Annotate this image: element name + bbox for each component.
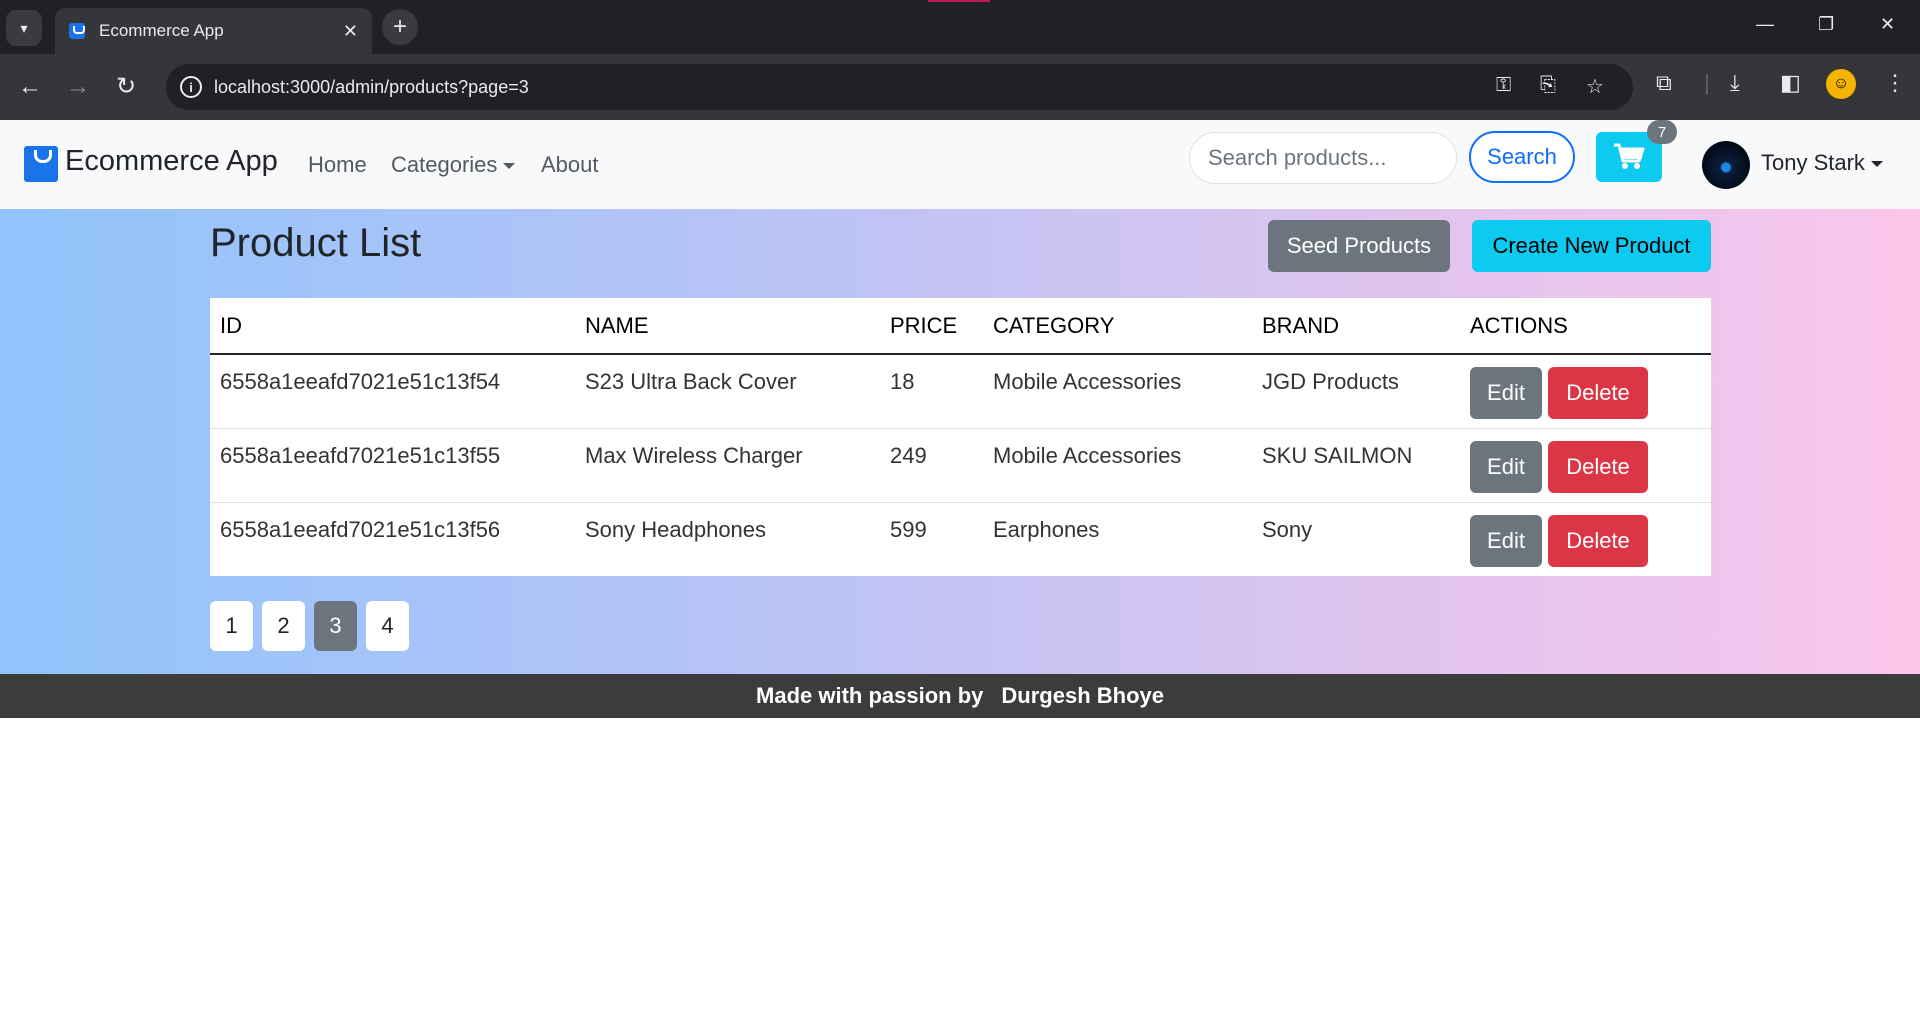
cell-category: Mobile Accessories — [983, 428, 1252, 503]
nav-about[interactable]: About — [541, 152, 599, 178]
column-header-brand: BRAND — [1252, 298, 1460, 355]
delete-button[interactable]: Delete — [1548, 440, 1648, 493]
cell-id: 6558a1eeafd7021e51c13f55 — [210, 428, 575, 503]
footer-text: Made with passion by — [756, 683, 984, 708]
edit-button[interactable]: Edit — [1470, 514, 1542, 567]
cell-id: 6558a1eeafd7021e51c13f54 — [210, 354, 575, 429]
user-avatar[interactable] — [1702, 141, 1750, 189]
cell-category: Mobile Accessories — [983, 354, 1252, 429]
address-bar[interactable]: i localhost:3000/admin/products?page=3 ⚿… — [166, 64, 1633, 110]
brand-name[interactable]: Ecommerce App — [65, 145, 278, 178]
reload-icon[interactable]: ↻ — [116, 72, 136, 102]
browser-tab[interactable]: Ecommerce App ✕ — [55, 8, 372, 54]
footer-author: Durgesh Bhoye — [1001, 683, 1164, 708]
table-row: 6558a1eeafd7021e51c13f56 Sony Headphones… — [210, 502, 1711, 576]
column-header-actions: ACTIONS — [1460, 298, 1711, 355]
app-navbar: Ecommerce App Home Categories About Sear… — [0, 120, 1920, 209]
extensions-icon[interactable]: ⧉ — [1656, 70, 1672, 96]
delete-button[interactable]: Delete — [1548, 514, 1648, 567]
cell-name: S23 Ultra Back Cover — [575, 354, 880, 429]
cell-category: Earphones — [993, 516, 1100, 542]
shopping-bag-icon — [69, 23, 85, 39]
more-menu-icon[interactable]: ⋮ — [1884, 70, 1906, 96]
page-link-2[interactable]: 2 — [262, 601, 305, 651]
column-header-category: CATEGORY — [983, 298, 1252, 355]
cell-brand: JGD Products — [1252, 354, 1460, 429]
shopping-bag-logo-icon[interactable] — [24, 146, 58, 182]
column-header-price: PRICE — [880, 298, 983, 355]
install-app-icon[interactable]: ⎘ — [1540, 74, 1556, 97]
url-text: localhost:3000/admin/products?page=3 — [214, 76, 529, 97]
browser-tabbar: ▾ Ecommerce App ✕ + — ❐ ✕ — [0, 0, 1920, 54]
nav-home[interactable]: Home — [308, 152, 367, 178]
caret-down-icon — [503, 163, 516, 170]
cell-price: 599 — [890, 516, 927, 542]
nav-categories-label: Categories — [391, 152, 498, 177]
cell-actions: Edit Delete — [1460, 502, 1711, 576]
column-header-id: ID — [210, 298, 575, 355]
table-row: 6558a1eeafd7021e51c13f54 S23 Ultra Back … — [210, 354, 1711, 429]
chevron-down-icon: ▾ — [20, 19, 28, 36]
page-link-4[interactable]: 4 — [366, 601, 409, 651]
edit-button[interactable]: Edit — [1470, 367, 1542, 419]
cell-price: 249 — [880, 428, 983, 503]
cell-actions: Edit Delete — [1460, 354, 1711, 429]
user-name: Tony Stark — [1761, 150, 1865, 175]
cell-price: 18 — [880, 354, 983, 429]
page-link-1[interactable]: 1 — [210, 601, 253, 651]
star-icon[interactable]: ☆ — [1586, 74, 1604, 99]
minimize-icon[interactable]: — — [1756, 14, 1774, 35]
cell-name: Sony Headphones — [585, 516, 767, 542]
browser-toolbar: ← → ↻ i localhost:3000/admin/products?pa… — [0, 54, 1920, 120]
key-icon[interactable]: ⚿ — [1496, 74, 1511, 97]
side-panel-icon[interactable]: ◧ — [1780, 70, 1801, 96]
search-input[interactable] — [1189, 132, 1457, 184]
footer: Made with passion by Durgesh Bhoye — [0, 674, 1920, 718]
table-header-row: ID NAME PRICE CATEGORY BRAND ACTIONS — [210, 298, 1711, 355]
main-content: Product List Seed Products Create New Pr… — [0, 209, 1920, 674]
cart-icon — [1614, 143, 1645, 169]
toolbar-divider: | — [1704, 70, 1710, 95]
cell-name: Max Wireless Charger — [575, 428, 880, 503]
search-button[interactable]: Search — [1469, 131, 1575, 183]
nav-categories[interactable]: Categories — [391, 152, 516, 178]
cell-actions: Edit Delete — [1460, 428, 1711, 503]
restore-icon[interactable]: ❐ — [1818, 14, 1834, 35]
cell-brand: Sony — [1262, 516, 1313, 542]
page-title: Product List — [210, 221, 422, 265]
close-icon[interactable]: ✕ — [343, 21, 358, 42]
site-info-icon[interactable]: i — [180, 76, 202, 98]
close-window-icon[interactable]: ✕ — [1880, 14, 1895, 35]
user-menu[interactable]: Tony Stark — [1761, 150, 1883, 176]
column-header-name: NAME — [575, 298, 880, 355]
cart-count-badge: 7 — [1647, 120, 1677, 144]
create-product-button[interactable]: Create New Product — [1472, 220, 1711, 272]
cell-id: 6558a1eeafd7021e51c13f56 — [220, 516, 501, 542]
pagination: 1 2 3 4 — [210, 601, 418, 651]
tab-search-button[interactable]: ▾ — [6, 10, 42, 46]
products-table: ID NAME PRICE CATEGORY BRAND ACTIONS 655… — [210, 298, 1711, 576]
cell-brand: SKU SAILMON — [1252, 428, 1460, 503]
tab-title: Ecommerce App — [99, 21, 224, 40]
download-icon[interactable]: ⤓ — [1730, 70, 1740, 96]
seed-products-button[interactable]: Seed Products — [1268, 220, 1450, 272]
delete-button[interactable]: Delete — [1548, 367, 1648, 419]
forward-icon[interactable]: → — [66, 72, 90, 102]
tab-accent-line — [928, 0, 990, 2]
page-link-3-active[interactable]: 3 — [314, 601, 357, 651]
new-tab-button[interactable]: + — [382, 9, 418, 45]
caret-down-icon — [1870, 161, 1883, 168]
profile-avatar-icon[interactable]: ☺ — [1826, 69, 1856, 99]
table-row: 6558a1eeafd7021e51c13f55 Max Wireless Ch… — [210, 428, 1711, 503]
edit-button[interactable]: Edit — [1470, 440, 1542, 493]
back-icon[interactable]: ← — [18, 72, 42, 102]
